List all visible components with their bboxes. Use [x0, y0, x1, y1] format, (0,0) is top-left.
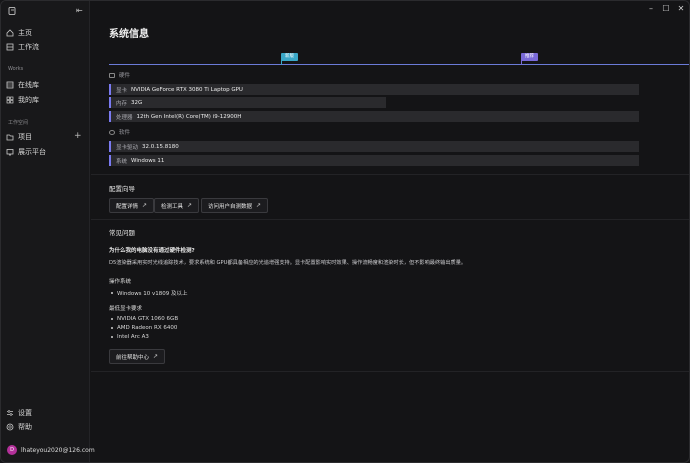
main-content: 系统信息 新版 推荐 硬件 显卡 NVIDIA GeForce RTX 3080…	[91, 1, 689, 462]
guide-title: 配置向导	[109, 185, 135, 193]
external-link-icon: ↗	[153, 353, 159, 360]
list-item: AMD Radeon RX 6400	[111, 325, 177, 331]
sidebar: ⇤ 主页 工作流 Works 在线库 我的库 工作空间 项目 + 展示平台 设置…	[1, 1, 95, 462]
project-icon	[6, 134, 14, 141]
workflow-icon	[6, 43, 14, 51]
user-test-data-button[interactable]: 访问用户自测数据 ↗	[201, 198, 269, 213]
detection-tool-button[interactable]: 检测工具 ↗	[154, 198, 200, 213]
sidebar-item-label: 在线库	[18, 81, 39, 89]
hardware-icon	[109, 72, 115, 78]
faq-answer: D5渲染器采用实时光线追踪技术，要求系统和 GPU都具备相应的光追增强支持。显卡…	[109, 260, 467, 266]
external-link-icon: ↗	[187, 202, 193, 209]
info-value: 32G	[131, 99, 143, 106]
timeline-tag-recommended: 推荐	[521, 53, 538, 61]
sidebar-item-label: 主页	[18, 29, 32, 37]
sidebar-item-label: 工作流	[18, 43, 39, 51]
avatar: D	[7, 445, 17, 455]
bullet-icon	[111, 327, 113, 329]
sidebar-item-my-library[interactable]: 我的库	[6, 94, 86, 106]
info-key: 显卡驱动	[116, 144, 139, 151]
list-item-text: Intel Arc A3	[117, 334, 149, 340]
app-logo-icon	[8, 7, 16, 15]
software-label-text: 软件	[119, 130, 131, 136]
bullet-icon	[111, 318, 113, 320]
settings-icon	[7, 410, 13, 416]
info-key: 显卡	[116, 87, 128, 94]
user-email: lhateyou2020@126.com	[21, 446, 95, 454]
external-link-icon: ↗	[142, 202, 148, 209]
divider	[91, 174, 689, 175]
sidebar-item-label: 我的库	[18, 96, 39, 104]
list-item-text: Windows 10 v1809 及以上	[117, 291, 188, 297]
add-project-icon[interactable]: +	[74, 132, 82, 141]
sidebar-item-help[interactable]: 帮助	[6, 421, 86, 433]
faq-title: 常见问题	[109, 229, 135, 237]
list-item: Intel Arc A3	[111, 334, 149, 340]
sidebar-item-label: 帮助	[18, 423, 32, 431]
sidebar-item-showcase[interactable]: 展示平台	[6, 146, 86, 158]
info-key: 系统	[116, 158, 128, 165]
list-item: NVIDIA GTX 1060 6GB	[111, 316, 178, 322]
info-value: 32.0.15.8180	[142, 143, 179, 150]
showcase-icon	[6, 149, 14, 156]
hardware-label-text: 硬件	[119, 73, 131, 79]
home-icon	[6, 29, 14, 37]
software-row-os: 系统 Windows 11	[109, 155, 639, 166]
sidebar-item-label: 设置	[18, 409, 32, 417]
library-icon	[6, 81, 14, 89]
sidebar-item-home[interactable]: 主页	[6, 27, 86, 39]
software-row-driver: 显卡驱动 32.0.15.8180	[109, 141, 639, 152]
hardware-row-cpu: 处理器 12th Gen Intel(R) Core(TM) i9-12900H	[109, 111, 639, 122]
help-center-button[interactable]: 前往帮助中心 ↗	[109, 349, 166, 364]
page-title: 系统信息	[109, 29, 149, 40]
sidebar-item-workflow[interactable]: 工作流	[6, 41, 86, 53]
timeline-tick	[281, 60, 282, 65]
user-account[interactable]: D lhateyou2020@126.com	[7, 445, 95, 455]
workspace-group-label: 工作空间	[8, 120, 29, 126]
bullet-icon	[111, 336, 113, 338]
divider	[91, 371, 689, 372]
collapse-sidebar-icon[interactable]: ⇤	[76, 6, 85, 15]
my-library-icon	[6, 96, 14, 104]
works-group-label: Works	[8, 66, 24, 72]
info-key: 内存	[116, 100, 128, 107]
faq-question: 为什么我的电脑没有通过硬件检测?	[109, 248, 195, 254]
timeline-bar	[109, 64, 689, 65]
hardware-row-gpu: 显卡 NVIDIA GeForce RTX 3080 Ti Laptop GPU	[109, 84, 639, 95]
info-value: Windows 11	[131, 157, 165, 164]
software-section-label: 软件	[109, 128, 130, 136]
bullet-icon	[111, 292, 113, 294]
os-title: 操作系统	[109, 279, 132, 285]
sidebar-item-settings[interactable]: 设置	[6, 407, 86, 419]
help-icon	[6, 423, 14, 431]
info-key: 处理器	[116, 114, 133, 121]
button-label: 前往帮助中心	[116, 354, 150, 361]
software-icon	[109, 129, 115, 135]
button-label: 配置详情	[116, 203, 139, 210]
list-item-text: NVIDIA GTX 1060 6GB	[117, 316, 179, 322]
timeline-tag-new: 新版	[281, 53, 298, 61]
button-label: 检测工具	[161, 203, 184, 210]
hardware-row-memory: 内存 32G	[109, 97, 386, 108]
sidebar-item-label: 展示平台	[18, 148, 46, 156]
external-link-icon: ↗	[256, 202, 262, 209]
hardware-section-label: 硬件	[109, 71, 130, 79]
app-window: ⇤ 主页 工作流 Works 在线库 我的库 工作空间 项目 + 展示平台 设置…	[0, 0, 690, 463]
gpu-title: 最低显卡要求	[109, 306, 143, 312]
info-value: 12th Gen Intel(R) Core(TM) i9-12900H	[136, 113, 242, 120]
config-details-button[interactable]: 配置详情 ↗	[109, 198, 155, 213]
timeline-tick	[521, 60, 522, 65]
list-item-text: AMD Radeon RX 6400	[117, 325, 178, 331]
sidebar-item-label: 项目	[18, 133, 32, 141]
button-label: 访问用户自测数据	[208, 203, 253, 210]
info-value: NVIDIA GeForce RTX 3080 Ti Laptop GPU	[131, 86, 243, 93]
sidebar-item-online-library[interactable]: 在线库	[6, 79, 86, 91]
divider	[91, 219, 689, 220]
list-item: Windows 10 v1809 及以上	[111, 289, 188, 297]
